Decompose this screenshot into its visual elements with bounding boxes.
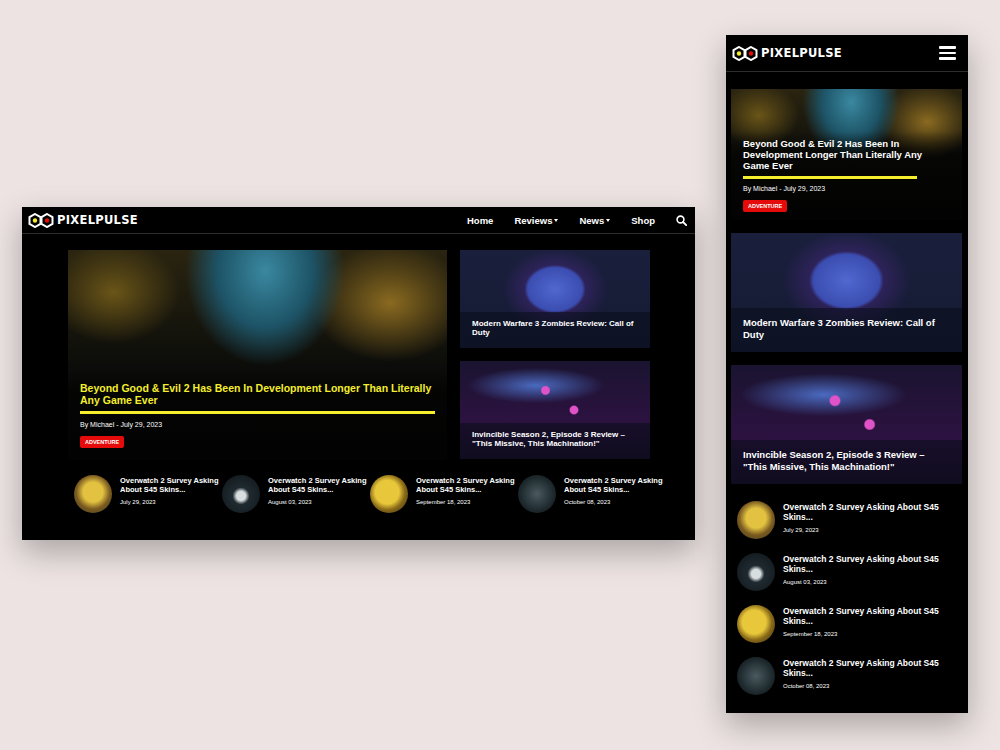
hero-article[interactable]: Beyond Good & Evil 2 Has Been In Develop… [68, 250, 447, 460]
site-logo[interactable]: PIXELPULSE [732, 46, 842, 61]
navbar: PIXELPULSE [726, 35, 968, 72]
card-title[interactable]: Invincible Season 2, Episode 3 Review – … [743, 449, 950, 472]
post-date: July 29, 2023 [120, 499, 222, 505]
menu-bar [939, 46, 956, 49]
post-thumbnail[interactable] [370, 475, 408, 513]
post-date: August 03, 2023 [268, 499, 370, 505]
nav-item[interactable]: Reviews [514, 215, 558, 226]
post-text: Overwatch 2 Survey Asking About S45 Skin… [268, 475, 370, 505]
nav-menu: Home Reviews News Shop [467, 215, 687, 226]
desktop-view: PIXELPULSE Home Reviews News Shop Beyond Good… [22, 207, 695, 540]
post-text: Overwatch 2 Survey Asking About S45 Skin… [783, 657, 962, 689]
nav-item[interactable]: Shop [631, 215, 655, 226]
card-caption: Invincible Season 2, Episode 3 Review – … [460, 423, 650, 459]
hero-article[interactable]: Beyond Good & Evil 2 Has Been In Develop… [731, 89, 962, 220]
article-card[interactable]: Invincible Season 2, Episode 3 Review – … [460, 361, 650, 459]
post-title[interactable]: Overwatch 2 Survey Asking About S45 Skin… [120, 476, 222, 494]
recent-posts: Overwatch 2 Survey Asking About S45 Skin… [68, 475, 650, 513]
post-thumbnail[interactable] [737, 501, 775, 539]
nav-item[interactable]: News [579, 215, 610, 226]
main-content: Beyond Good & Evil 2 Has Been In Develop… [726, 72, 968, 695]
recent-post[interactable]: Overwatch 2 Survey Asking About S45 Skin… [222, 475, 370, 513]
title-underline [80, 411, 435, 414]
post-thumbnail[interactable] [222, 475, 260, 513]
post-text: Overwatch 2 Survey Asking About S45 Skin… [416, 475, 518, 505]
recent-posts: Overwatch 2 Survey Asking About S45 Skin… [731, 501, 962, 695]
post-title[interactable]: Overwatch 2 Survey Asking About S45 Skin… [564, 476, 666, 494]
dropdown-caret-icon [554, 219, 558, 222]
hero-byline: By Michael - July 29, 2023 [80, 421, 435, 428]
post-title[interactable]: Overwatch 2 Survey Asking About S45 Skin… [783, 502, 962, 522]
hamburger-menu-icon[interactable] [939, 46, 956, 60]
card-title[interactable]: Invincible Season 2, Episode 3 Review – … [472, 430, 638, 449]
post-text: Overwatch 2 Survey Asking About S45 Skin… [783, 553, 962, 585]
post-text: Overwatch 2 Survey Asking About S45 Skin… [564, 475, 666, 505]
post-title[interactable]: Overwatch 2 Survey Asking About S45 Skin… [268, 476, 370, 494]
logo-icon [732, 46, 758, 61]
post-title[interactable]: Overwatch 2 Survey Asking About S45 Skin… [783, 554, 962, 574]
recent-post[interactable]: Overwatch 2 Survey Asking About S45 Skin… [737, 553, 962, 591]
post-title[interactable]: Overwatch 2 Survey Asking About S45 Skin… [783, 658, 962, 678]
post-text: Overwatch 2 Survey Asking About S45 Skin… [783, 605, 962, 637]
post-text: Overwatch 2 Survey Asking About S45 Skin… [783, 501, 962, 533]
post-thumbnail[interactable] [74, 475, 112, 513]
post-thumbnail[interactable] [518, 475, 556, 513]
hero-title[interactable]: Beyond Good & Evil 2 Has Been In Develop… [743, 139, 950, 172]
recent-post[interactable]: Overwatch 2 Survey Asking About S45 Skin… [74, 475, 222, 513]
search-icon[interactable] [676, 215, 687, 226]
post-date: July 29, 2023 [783, 527, 962, 533]
post-title[interactable]: Overwatch 2 Survey Asking About S45 Skin… [783, 606, 962, 626]
site-logo[interactable]: PIXELPULSE [28, 213, 138, 228]
card-title[interactable]: Modern Warfare 3 Zombies Review: Call of… [472, 319, 638, 338]
post-thumbnail[interactable] [737, 553, 775, 591]
navbar: PIXELPULSE Home Reviews News Shop [22, 207, 695, 234]
article-card[interactable]: Modern Warfare 3 Zombies Review: Call of… [731, 233, 962, 352]
menu-bar [939, 57, 956, 60]
mobile-view: PIXELPULSE Beyond Good & Evil 2 Has Been … [726, 35, 968, 713]
nav-label[interactable]: Home [467, 215, 493, 226]
recent-post[interactable]: Overwatch 2 Survey Asking About S45 Skin… [370, 475, 518, 513]
post-date: October 08, 2023 [564, 499, 666, 505]
post-date: August 03, 2023 [783, 579, 962, 585]
post-date: September 18, 2023 [783, 631, 962, 637]
post-text: Overwatch 2 Survey Asking About S45 Skin… [120, 475, 222, 505]
post-title[interactable]: Overwatch 2 Survey Asking About S45 Skin… [416, 476, 518, 494]
card-caption: Invincible Season 2, Episode 3 Review – … [731, 440, 962, 484]
post-thumbnail[interactable] [737, 605, 775, 643]
article-card[interactable]: Modern Warfare 3 Zombies Review: Call of… [460, 250, 650, 348]
nav-label[interactable]: Shop [631, 215, 655, 226]
hero-caption: Beyond Good & Evil 2 Has Been In Develop… [731, 131, 962, 220]
post-date: September 18, 2023 [416, 499, 518, 505]
menu-bar [939, 52, 956, 55]
main-content: Beyond Good & Evil 2 Has Been In Develop… [22, 234, 695, 513]
card-caption: Modern Warfare 3 Zombies Review: Call of… [460, 312, 650, 348]
nav-label[interactable]: News [579, 215, 604, 226]
logo-icon [28, 213, 54, 228]
hero-caption: Beyond Good & Evil 2 Has Been In Develop… [68, 368, 447, 460]
category-tag[interactable]: ADVENTURE [80, 436, 124, 448]
side-cards: Modern Warfare 3 Zombies Review: Call of… [460, 250, 650, 460]
nav-label[interactable]: Reviews [514, 215, 552, 226]
article-card[interactable]: Invincible Season 2, Episode 3 Review – … [731, 365, 962, 484]
recent-post[interactable]: Overwatch 2 Survey Asking About S45 Skin… [737, 501, 962, 539]
card-caption: Modern Warfare 3 Zombies Review: Call of… [731, 308, 962, 352]
logo-text[interactable]: PIXELPULSE [57, 213, 138, 227]
recent-post[interactable]: Overwatch 2 Survey Asking About S45 Skin… [737, 605, 962, 643]
featured-stack: Beyond Good & Evil 2 Has Been In Develop… [731, 89, 962, 484]
hero-title[interactable]: Beyond Good & Evil 2 Has Been In Develop… [80, 382, 435, 406]
recent-post[interactable]: Overwatch 2 Survey Asking About S45 Skin… [518, 475, 666, 513]
recent-post[interactable]: Overwatch 2 Survey Asking About S45 Skin… [737, 657, 962, 695]
hero-byline: By Michael - July 29, 2023 [743, 185, 950, 192]
post-thumbnail[interactable] [737, 657, 775, 695]
title-underline [743, 176, 917, 179]
post-date: October 08, 2023 [783, 683, 962, 689]
logo-text[interactable]: PIXELPULSE [761, 46, 842, 60]
category-tag[interactable]: ADVENTURE [743, 200, 787, 212]
card-title[interactable]: Modern Warfare 3 Zombies Review: Call of… [743, 317, 950, 340]
featured-grid: Beyond Good & Evil 2 Has Been In Develop… [68, 250, 650, 460]
dropdown-caret-icon [606, 219, 610, 222]
nav-item[interactable]: Home [467, 215, 493, 226]
